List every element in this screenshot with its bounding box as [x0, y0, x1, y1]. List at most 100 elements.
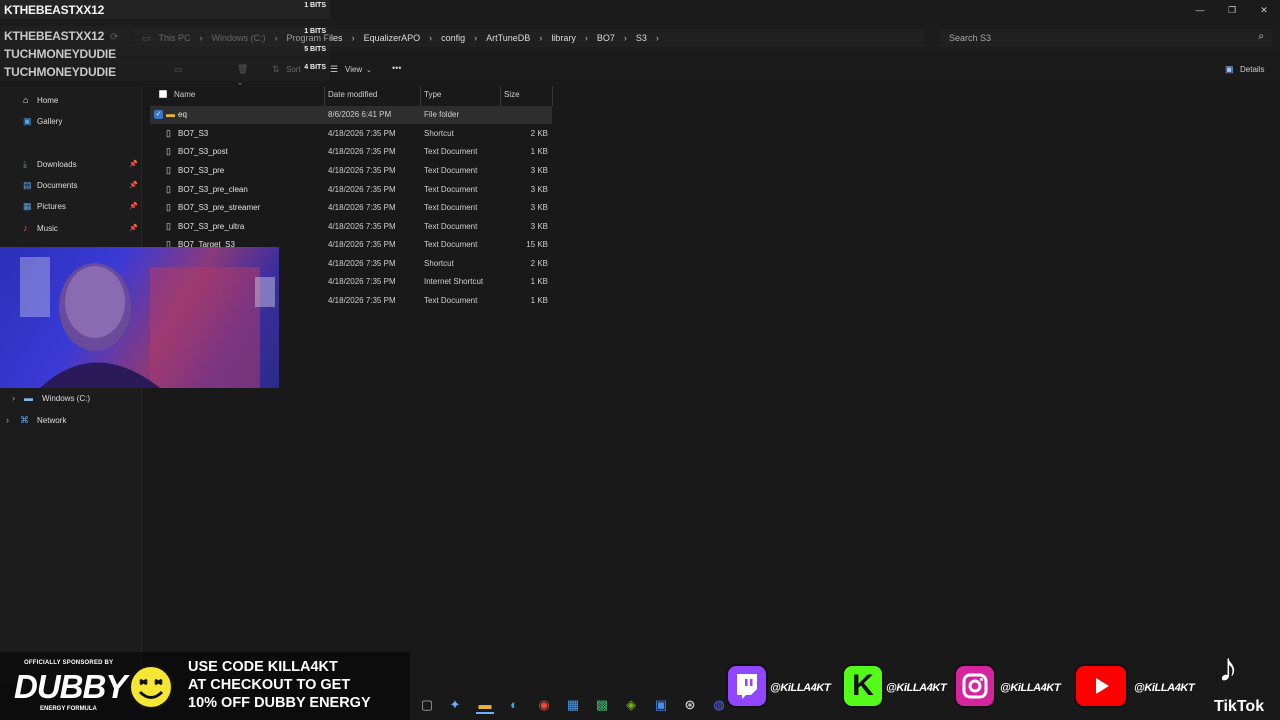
alert-username: TUCHMONEYDUDIE — [4, 65, 116, 79]
edge-icon[interactable]: ◐ — [505, 696, 523, 714]
file-icon: ▯ — [166, 146, 171, 156]
chevron-right-icon[interactable]: › — [12, 393, 15, 403]
search-icon[interactable]: ⌕ — [1258, 31, 1264, 42]
copilot-icon[interactable]: ✦ — [446, 696, 464, 714]
crumb-bo7[interactable]: BO7 — [597, 33, 615, 43]
column-divider[interactable] — [500, 86, 501, 106]
kick-icon: K — [842, 664, 884, 708]
crumb-equalizerapo[interactable]: EqualizerAPO — [364, 33, 421, 43]
chevron-right-icon: › — [539, 33, 543, 43]
crumb-library[interactable]: library — [551, 33, 576, 43]
tiktok-label: TikTok — [1214, 698, 1265, 715]
sidebar-item-pictures[interactable]: ▦ Pictures 📌 — [0, 198, 142, 216]
file-type: Text Document — [424, 222, 478, 231]
nvidia-icon[interactable]: ◈ — [622, 696, 640, 714]
file-name: BO7_S3_pre_ultra — [178, 222, 245, 231]
details-pane-icon: ▣ — [1225, 64, 1234, 74]
sidebar-item-label: Home — [37, 96, 59, 105]
search-input[interactable]: Search S3 ⌕ — [940, 29, 1272, 47]
sidebar-item-music[interactable]: ♪ Music 📌 — [0, 220, 142, 238]
promo-line: USE CODE KILLA4KT — [188, 659, 338, 675]
column-divider[interactable] — [324, 86, 325, 106]
select-all-checkbox[interactable] — [159, 90, 167, 98]
column-header-type[interactable]: Type — [424, 90, 441, 99]
maximize-button[interactable]: ❐ — [1216, 0, 1248, 20]
column-divider[interactable] — [420, 86, 421, 106]
youtube-play-icon — [1096, 678, 1109, 694]
file-icon: ▯ — [166, 202, 171, 212]
pin-icon[interactable]: 📌 — [129, 202, 138, 210]
checkmark-icon[interactable]: ✓ — [154, 110, 163, 119]
chevron-right-icon: › — [351, 33, 355, 43]
file-row[interactable]: ▯ BO7_S3_pre 4/18/2026 7:35 PM Text Docu… — [150, 162, 552, 180]
file-row[interactable]: ▯ BO7_S3_pre_clean 4/18/2026 7:35 PM Tex… — [150, 181, 552, 199]
file-icon: ▯ — [166, 165, 171, 175]
column-header-name[interactable]: Name — [174, 90, 195, 99]
chevron-right-icon: › — [623, 33, 627, 43]
details-button[interactable]: Details — [1240, 65, 1264, 74]
file-row[interactable]: ▯ BO7_S3_pre_streamer 4/18/2026 7:35 PM … — [150, 199, 552, 217]
kick-handle: @KiLLA4KT — [886, 682, 947, 694]
alert-amount: 1 BITS — [304, 28, 326, 35]
app-icon[interactable]: ⊛ — [681, 696, 699, 714]
crumb-config[interactable]: config — [441, 33, 465, 43]
task-view-icon[interactable]: ▢ — [418, 696, 436, 714]
file-date: 4/18/2026 7:35 PM — [328, 166, 396, 175]
file-row[interactable]: ▯ BO7_S3_pre_ultra 4/18/2026 7:35 PM Tex… — [150, 218, 552, 236]
file-size: 1 KB — [530, 296, 548, 305]
sidebar-item-label: Windows (C:) — [42, 394, 91, 403]
column-header-date[interactable]: Date modified — [328, 90, 377, 99]
more-options-button[interactable]: ••• — [392, 63, 401, 73]
file-row[interactable]: ✓ ▬ eq 8/6/2026 6:41 PM File folder — [150, 106, 552, 124]
sidebar-item-windows-c[interactable]: › ▬ Windows (C:) — [12, 390, 140, 408]
sidebar-item-downloads[interactable]: ⤓ Downloads 📌 — [0, 156, 142, 174]
file-size: 1 KB — [530, 147, 548, 156]
gallery-icon: ▣ — [23, 116, 32, 126]
file-explorer-icon[interactable]: ▬ — [476, 696, 494, 714]
promo-text: USE CODE KILLA4KT AT CHECKOUT TO GET 10%… — [188, 658, 371, 712]
sidebar-item-gallery[interactable]: ▣ Gallery — [0, 113, 142, 131]
alert-username: KTHEBEASTXX12 — [4, 29, 105, 43]
crumb-arttunedb[interactable]: ArtTuneDB — [486, 33, 530, 43]
download-icon: ⤓ — [23, 159, 27, 169]
close-button[interactable]: ✕ — [1248, 0, 1280, 20]
store-icon[interactable]: ▦ — [564, 696, 582, 714]
file-size: 3 KB — [530, 203, 548, 212]
pin-icon[interactable]: 📌 — [129, 224, 138, 232]
file-icon: ▯ — [166, 221, 171, 231]
home-icon: ⌂ — [23, 95, 29, 105]
minimize-button[interactable]: — — [1184, 0, 1216, 20]
file-name: BO7_S3_pre_streamer — [178, 203, 261, 212]
column-divider[interactable] — [552, 86, 553, 106]
file-row[interactable]: ▯ BO7_S3 4/18/2026 7:35 PM Shortcut 2 KB — [150, 125, 552, 143]
sponsor-banner: OFFICIALLY SPONSORED BY DUBBY ENERGY FOR… — [0, 652, 410, 720]
view-button[interactable]: View — [345, 65, 362, 74]
sponsor-tagline: OFFICIALLY SPONSORED BY — [24, 660, 114, 666]
pin-icon[interactable]: 📌 — [129, 160, 138, 168]
file-type: Text Document — [424, 203, 478, 212]
file-date: 4/18/2026 7:35 PM — [328, 185, 396, 194]
crumb-s3[interactable]: S3 — [636, 33, 647, 43]
alert-row: KTHEBEASTXX12 1 BITS — [0, 26, 330, 45]
app-icon[interactable]: ▣ — [652, 696, 670, 714]
chevron-right-icon[interactable]: › — [6, 415, 9, 425]
file-row[interactable]: ▯ BO7_S3_post 4/18/2026 7:35 PM Text Doc… — [150, 143, 552, 161]
file-type: Text Document — [424, 166, 478, 175]
sidebar-item-home[interactable]: ⌂ Home — [0, 92, 142, 110]
search-placeholder: Search S3 — [949, 33, 992, 43]
file-date: 4/18/2026 7:35 PM — [328, 296, 396, 305]
chrome-icon[interactable]: ◉ — [535, 696, 553, 714]
instagram-glyph-icon — [962, 673, 988, 699]
pin-icon[interactable]: 📌 — [129, 181, 138, 189]
file-size: 3 KB — [530, 222, 548, 231]
file-type: Text Document — [424, 296, 478, 305]
file-date: 4/18/2026 7:35 PM — [328, 240, 396, 249]
app-icon[interactable]: ▩ — [593, 696, 611, 714]
instagram-icon — [954, 664, 996, 708]
column-header-size[interactable]: Size — [504, 90, 520, 99]
social-links: @KiLLA4KT K @KiLLA4KT @KiLLA4KT @KiLLA4K… — [722, 660, 1280, 720]
promo-line: 10% OFF DUBBY ENERGY — [188, 695, 371, 711]
sidebar-item-documents[interactable]: ▤ Documents 📌 — [0, 177, 142, 195]
file-name: BO7_S3_pre — [178, 166, 225, 175]
sidebar-item-network[interactable]: › ⌘ Network — [6, 412, 140, 430]
